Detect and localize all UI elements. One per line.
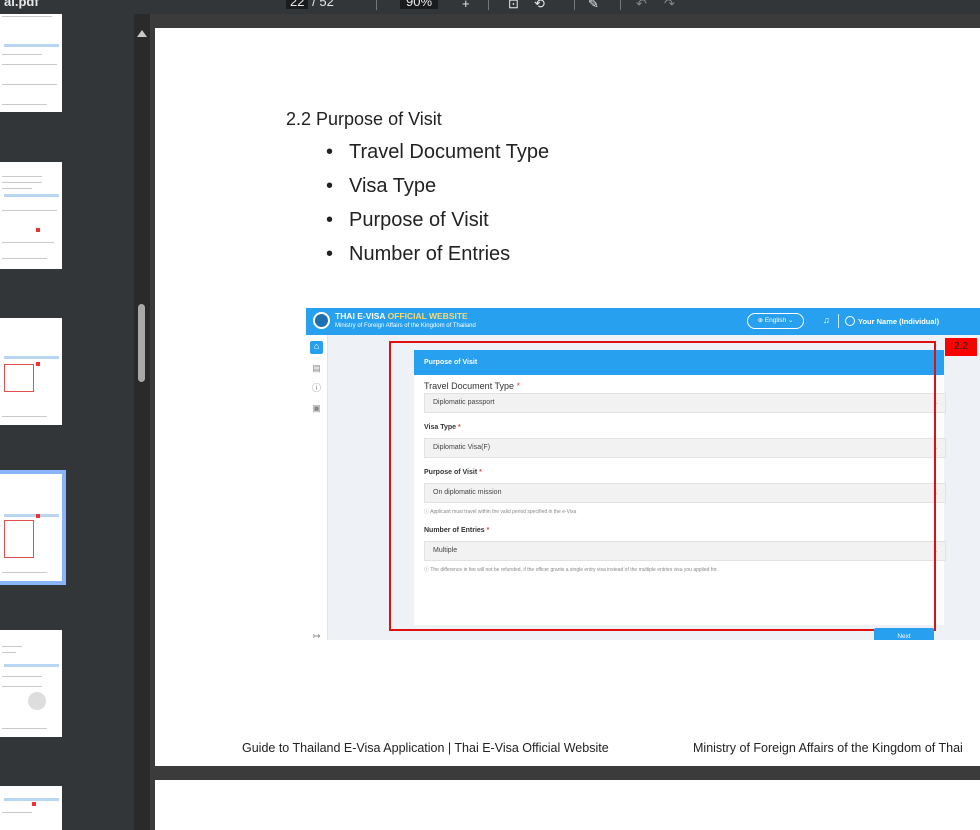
draw-icon[interactable]: ✎ — [588, 0, 599, 12]
pdf-toolbar: al.pdf 22 / 52 90% + ⊡ ⟲ ✎ ↶ ↷ — [0, 0, 980, 14]
user-menu: Your Name (Individual) — [845, 316, 939, 326]
page-thumbnail-current[interactable] — [0, 470, 66, 585]
scrollbar-thumb[interactable] — [138, 304, 145, 382]
home-icon: ⌂ — [310, 341, 323, 354]
user-icon — [845, 316, 855, 326]
header-divider — [838, 314, 839, 328]
footer-right: Ministry of Foreign Affairs of the Kingd… — [693, 741, 963, 755]
info-icon: ⓘ — [311, 383, 321, 393]
rotate-icon[interactable]: ⟲ — [534, 0, 545, 12]
pdf-page-next — [155, 780, 980, 830]
site-header: THAI E-VISA OFFICIAL WEBSITE Ministry of… — [306, 308, 980, 335]
next-button: Next — [874, 628, 934, 640]
zoom-level-input[interactable]: 90% — [400, 0, 439, 9]
toolbar-divider — [620, 0, 621, 10]
bullet-item: Purpose of Visit — [323, 209, 549, 243]
page-thumbnail[interactable] — [0, 318, 62, 425]
toolbar-divider — [376, 0, 377, 10]
bullet-item: Travel Document Type — [323, 141, 549, 175]
page-separator: / — [312, 0, 316, 9]
highlight-box — [389, 341, 936, 631]
thumbnail-scrollbar[interactable] — [134, 14, 150, 830]
page-thumbnail[interactable] — [0, 630, 62, 737]
zoom-in-button[interactable]: + — [462, 0, 470, 11]
language-selector: ⊕ English ⌄ — [747, 313, 804, 329]
section-heading: 2.2 Purpose of Visit — [286, 109, 442, 129]
highlight-tag: 2.2 — [945, 338, 977, 356]
site-sidebar: ⌂ ▤ ⓘ ▣ ↦ — [306, 335, 328, 640]
site-title: THAI E-VISA OFFICIAL WEBSITE — [335, 311, 468, 321]
footer-left: Guide to Thailand E-Visa Application | T… — [242, 741, 609, 755]
globe-icon: ⊕ — [757, 317, 764, 324]
chevron-down-icon: ⌄ — [787, 317, 794, 324]
bullet-item: Visa Type — [323, 175, 549, 209]
page-thumbnail[interactable] — [0, 786, 62, 830]
page-thumbnail[interactable] — [0, 162, 62, 269]
embedded-screenshot: THAI E-VISA OFFICIAL WEBSITE Ministry of… — [306, 308, 980, 640]
emblem-logo — [313, 312, 330, 329]
toolbar-divider — [488, 0, 489, 10]
pdf-page: 2.2 Purpose of Visit Travel Document Typ… — [155, 28, 980, 766]
file-name: al.pdf — [4, 0, 39, 9]
bell-icon: ♫ — [823, 315, 830, 325]
document-icon: ▤ — [312, 363, 321, 373]
bullet-list: Travel Document Type Visa Type Purpose o… — [323, 141, 549, 277]
bullet-item: Number of Entries — [323, 243, 549, 277]
page-indicator: 22 / 52 — [286, 0, 334, 9]
document-viewer: 2.2 Purpose of Visit Travel Document Typ… — [150, 14, 980, 830]
undo-icon[interactable]: ↶ — [636, 0, 647, 12]
scroll-up-arrow-icon[interactable] — [137, 30, 147, 37]
site-subtitle: Ministry of Foreign Affairs of the Kingd… — [335, 323, 476, 329]
page-total: 52 — [319, 0, 334, 9]
thumbnail-panel — [0, 14, 134, 830]
form-icon: ▣ — [312, 403, 321, 413]
redo-icon[interactable]: ↷ — [664, 0, 675, 12]
toolbar-divider — [574, 0, 575, 10]
page-thumbnail[interactable] — [0, 14, 62, 112]
fit-page-icon[interactable]: ⊡ — [508, 0, 519, 12]
page-number-input[interactable]: 22 — [286, 0, 309, 9]
logout-icon: ↦ — [313, 631, 321, 640]
